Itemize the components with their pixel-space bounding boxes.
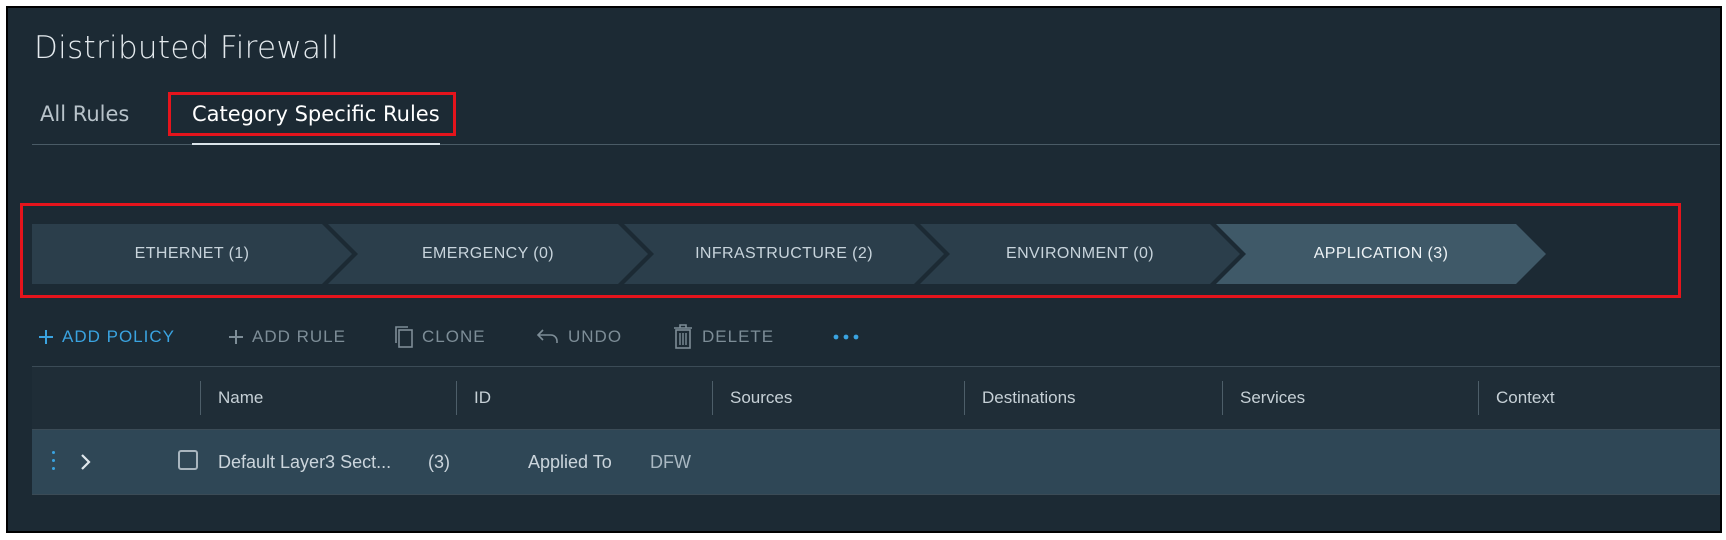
plus-icon <box>228 329 244 345</box>
column-header-context[interactable]: Context <box>1478 367 1720 429</box>
column-header-services[interactable]: Services <box>1222 367 1478 429</box>
chevron-right-icon[interactable] <box>80 452 92 476</box>
rules-table: Name ID Sources Destinations Services Co… <box>32 366 1720 495</box>
category-infrastructure[interactable]: INFRASTRUCTURE (2) <box>624 224 944 284</box>
tab-bar: All Rules Category Specific Rules <box>32 96 1720 145</box>
policy-name: Default Layer3 Sect... <box>218 452 392 472</box>
row-checkbox[interactable] <box>178 450 198 470</box>
category-ethernet[interactable]: ETHERNET (1) <box>32 224 352 284</box>
ellipsis-icon <box>832 333 860 341</box>
tab-all-rules[interactable]: All Rules <box>40 96 129 144</box>
row-menu-icon[interactable] <box>52 451 56 475</box>
add-rule-button[interactable]: ADD RULE <box>228 320 346 354</box>
page-title: Distributed Firewall <box>34 30 340 66</box>
category-label: EMERGENCY (0) <box>421 245 555 262</box>
column-header-destinations[interactable]: Destinations <box>964 367 1222 429</box>
tab-category-specific-rules[interactable]: Category Specific Rules <box>192 96 440 145</box>
category-environment[interactable]: ENVIRONMENT (0) <box>920 224 1240 284</box>
clone-button[interactable]: CLONE <box>394 320 486 354</box>
category-label: ENVIRONMENT (0) <box>1006 245 1154 262</box>
category-label: INFRASTRUCTURE (2) <box>695 245 873 262</box>
column-header-name[interactable]: Name <box>200 367 456 429</box>
category-application[interactable]: APPLICATION (3) <box>1216 224 1546 284</box>
category-label: ETHERNET (1) <box>134 245 250 262</box>
category-stepper: ETHERNET (1) EMERGENCY (0) INFRASTRUCTUR… <box>32 224 1682 284</box>
more-actions-button[interactable] <box>832 320 860 354</box>
table-header: Name ID Sources Destinations Services Co… <box>32 366 1720 430</box>
undo-icon <box>536 327 560 347</box>
add-policy-button[interactable]: ADD POLICY <box>38 320 175 354</box>
category-emergency[interactable]: EMERGENCY (0) <box>328 224 648 284</box>
policy-rule-count: (3) <box>428 452 450 472</box>
clone-icon <box>394 325 414 349</box>
plus-icon <box>38 329 54 345</box>
table-row[interactable]: Default Layer3 Sect... (3) Applied To DF… <box>32 430 1720 495</box>
column-header-id[interactable]: ID <box>456 367 712 429</box>
app-window: Distributed Firewall All Rules Category … <box>6 6 1722 533</box>
delete-button[interactable]: DELETE <box>672 320 774 354</box>
undo-button[interactable]: UNDO <box>536 320 622 354</box>
column-header-sources[interactable]: Sources <box>712 367 964 429</box>
trash-icon <box>672 324 694 350</box>
applied-to-value[interactable]: DFW <box>650 430 691 494</box>
applied-to-label: Applied To <box>528 452 612 472</box>
category-label: APPLICATION (3) <box>1313 245 1449 262</box>
